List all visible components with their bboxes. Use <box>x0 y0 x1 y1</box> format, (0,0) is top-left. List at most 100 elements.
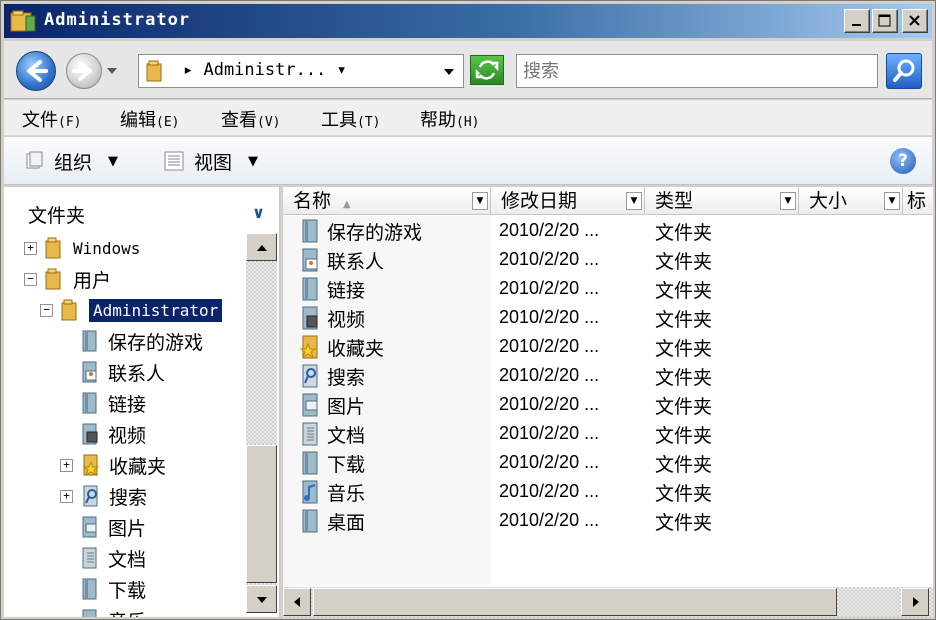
tree-item-favorites[interactable]: + 收藏夹 <box>60 450 166 480</box>
collapse-icon[interactable]: − <box>40 303 53 317</box>
sort-ascending-icon: ▲ <box>343 199 351 210</box>
menu-bar: 文件(F) 编辑(E) 查看(V) 工具(T) 帮助(H) <box>4 100 932 136</box>
column-header-date[interactable]: 修改日期 ▼ <box>491 187 645 215</box>
file-type: 文件夹 <box>655 483 713 505</box>
search-field[interactable] <box>516 54 878 88</box>
arrow-down-icon <box>257 597 267 603</box>
maximize-button[interactable] <box>872 9 898 33</box>
tree-item-label: 联系人 <box>108 362 166 385</box>
menu-edit-label: 编辑 <box>120 110 156 131</box>
back-button[interactable] <box>16 51 56 91</box>
arrow-left-icon <box>27 60 48 82</box>
column-header-size[interactable]: 大小 ▼ <box>799 187 903 215</box>
command-bar: 组织 ▼ 视图 ▼ ? <box>4 137 932 185</box>
tree-item-downloads[interactable]: 下载 <box>80 574 146 604</box>
file-row[interactable]: 下载 2010/2/20 ... 文件夹 <box>283 448 923 477</box>
saved-games-icon <box>302 219 318 243</box>
tree-item-label: Administrator <box>89 298 223 322</box>
menu-view[interactable]: 查看(V) <box>221 106 280 132</box>
explorer-window: Administrator ▸ Administr... ▾ 搜索 文件(F) … <box>0 0 936 620</box>
expand-icon[interactable]: + <box>60 458 73 472</box>
menu-edit[interactable]: 编辑(E) <box>120 106 179 132</box>
column-filter-dropdown[interactable]: ▼ <box>472 192 488 210</box>
scroll-up-button[interactable] <box>246 233 277 261</box>
file-date: 2010/2/20 ... <box>499 423 600 443</box>
column-filter-dropdown[interactable]: ▼ <box>884 192 900 210</box>
scroll-down-button[interactable] <box>246 585 277 613</box>
music-icon <box>302 480 318 504</box>
navigation-scrollbar[interactable] <box>246 233 277 613</box>
links-icon <box>302 277 318 301</box>
search-input[interactable] <box>517 55 877 87</box>
chevron-down-icon: ▼ <box>248 153 259 169</box>
tree-item-music[interactable]: 音乐 <box>80 605 146 617</box>
views-button[interactable]: 视图 ▼ <box>162 147 258 175</box>
collapse-icon[interactable]: − <box>24 272 37 286</box>
recent-pages-dropdown-icon[interactable] <box>105 65 119 77</box>
tree-item-users[interactable]: − 用户 <box>24 264 111 294</box>
folders-header[interactable]: 文件夹 ∨ <box>4 187 279 231</box>
tree-item-saved-games[interactable]: 保存的游戏 <box>80 326 203 356</box>
tree-item-contacts[interactable]: 联系人 <box>80 357 165 387</box>
search-button[interactable] <box>886 53 922 89</box>
searches-icon <box>302 364 318 388</box>
scroll-left-button[interactable] <box>283 588 311 616</box>
file-row[interactable]: 收藏夹 2010/2/20 ... 文件夹 <box>283 332 923 361</box>
scroll-thumb[interactable] <box>313 588 837 616</box>
tree-item-links[interactable]: 链接 <box>80 388 146 418</box>
close-button[interactable] <box>902 9 928 33</box>
file-date: 2010/2/20 ... <box>499 307 600 327</box>
menu-help[interactable]: 帮助(H) <box>420 106 479 132</box>
column-header-name[interactable]: 名称 ▲ ▼ <box>283 187 491 215</box>
file-row[interactable]: 桌面 2010/2/20 ... 文件夹 <box>283 506 923 535</box>
column-header-type[interactable]: 类型 ▼ <box>645 187 799 215</box>
menu-tools[interactable]: 工具(T) <box>321 106 380 132</box>
expand-icon[interactable]: + <box>60 489 73 503</box>
tree-item-administrator[interactable]: − Administrator <box>40 295 223 325</box>
scroll-thumb[interactable] <box>246 445 277 583</box>
file-list-horizontal-scrollbar[interactable] <box>283 587 933 617</box>
refresh-icon <box>475 60 499 80</box>
file-row[interactable]: 音乐 2010/2/20 ... 文件夹 <box>283 477 923 506</box>
refresh-button[interactable] <box>470 55 504 85</box>
file-row[interactable]: 图片 2010/2/20 ... 文件夹 <box>283 390 923 419</box>
file-date: 2010/2/20 ... <box>499 510 600 530</box>
file-row[interactable]: 搜索 2010/2/20 ... 文件夹 <box>283 361 923 390</box>
address-field[interactable]: ▸ Administr... ▾ <box>138 54 464 88</box>
expand-icon[interactable]: + <box>24 241 37 255</box>
tree-item-videos[interactable]: 视频 <box>80 419 146 449</box>
searches-icon <box>83 485 98 507</box>
collapse-chevron-icon[interactable]: ∨ <box>252 203 265 222</box>
menu-file[interactable]: 文件(F) <box>22 106 81 132</box>
scroll-right-button[interactable] <box>901 588 929 616</box>
tree-item-pictures[interactable]: 图片 <box>80 512 146 542</box>
title-bar[interactable]: Administrator <box>4 4 932 38</box>
file-list: 名称 ▲ ▼ 修改日期 ▼ 类型 ▼ 大小 ▼ 标 保存的游戏 2010/2/20… <box>283 187 933 617</box>
address-history-dropdown-icon[interactable] <box>443 67 455 77</box>
forward-button[interactable] <box>66 53 102 89</box>
help-icon[interactable]: ? <box>890 148 916 174</box>
minimize-icon <box>852 24 861 26</box>
column-header-tags[interactable]: 标 <box>903 187 933 215</box>
column-filter-dropdown[interactable]: ▼ <box>626 192 642 210</box>
menu-view-accel: (V) <box>257 115 281 130</box>
downloads-icon <box>302 451 318 475</box>
file-date: 2010/2/20 ... <box>499 249 600 269</box>
minimize-button[interactable] <box>844 9 870 33</box>
file-row[interactable]: 联系人 2010/2/20 ... 文件夹 <box>283 245 923 274</box>
tree-item-documents[interactable]: 文档 <box>80 543 146 573</box>
links-icon <box>82 392 97 414</box>
file-date: 2010/2/20 ... <box>499 481 600 501</box>
file-row[interactable]: 文档 2010/2/20 ... 文件夹 <box>283 419 923 448</box>
file-row[interactable]: 保存的游戏 2010/2/20 ... 文件夹 <box>283 216 923 245</box>
file-name: 桌面 <box>327 512 366 534</box>
file-type: 文件夹 <box>655 396 713 418</box>
organize-button[interactable]: 组织 ▼ <box>24 147 118 175</box>
file-row[interactable]: 链接 2010/2/20 ... 文件夹 <box>283 274 923 303</box>
column-filter-dropdown[interactable]: ▼ <box>780 192 796 210</box>
music-icon <box>82 609 97 617</box>
tree-item-searches[interactable]: + 搜索 <box>60 481 147 511</box>
tree-item-label: 视频 <box>108 424 147 447</box>
tree-item-windows[interactable]: + Windows <box>24 233 140 263</box>
file-row[interactable]: 视频 2010/2/20 ... 文件夹 <box>283 303 923 332</box>
